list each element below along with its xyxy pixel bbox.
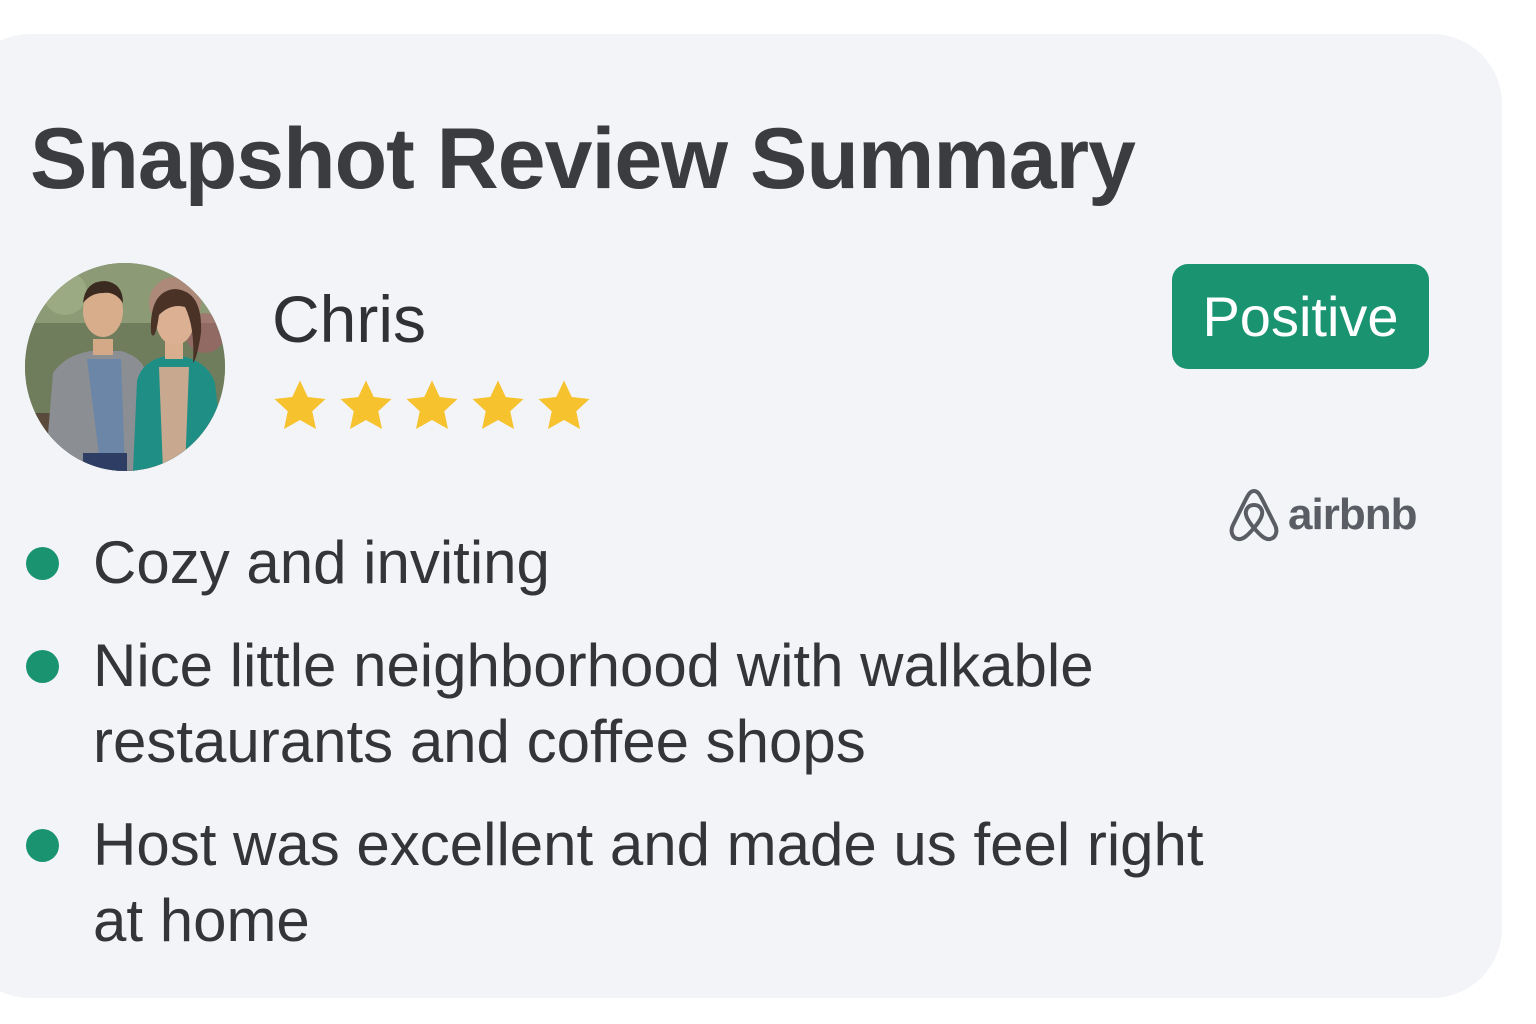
- sentiment-badge: Positive: [1172, 264, 1429, 369]
- star-icon: [340, 380, 392, 429]
- list-item: Host was excellent and made us feel righ…: [22, 807, 1222, 959]
- list-item: Nice little neighborhood with walkable r…: [22, 628, 1222, 780]
- reviewer-name: Chris: [272, 282, 427, 356]
- reviewer-avatar: [25, 263, 225, 471]
- star-icon: [538, 380, 590, 429]
- star-rating: [270, 376, 594, 436]
- highlight-text: Host was excellent and made us feel righ…: [93, 811, 1204, 954]
- airbnb-logo-icon: [1229, 489, 1279, 542]
- list-item: Cozy and inviting: [22, 525, 1222, 601]
- bullet-dot: [26, 547, 59, 580]
- star-icon: [406, 380, 458, 429]
- review-highlights: Cozy and inviting Nice little neighborho…: [22, 525, 1222, 986]
- star-icon: [472, 380, 524, 429]
- highlight-text: Cozy and inviting: [93, 529, 550, 596]
- star-icon: [274, 380, 326, 429]
- bullet-dot: [26, 650, 59, 683]
- card-title: Snapshot Review Summary: [30, 111, 1136, 207]
- reviewer-photo: [25, 263, 225, 471]
- highlight-text: Nice little neighborhood with walkable r…: [93, 632, 1094, 775]
- source-brand: airbnb: [1228, 486, 1417, 544]
- source-label: airbnb: [1288, 490, 1417, 539]
- bullet-dot: [26, 829, 59, 862]
